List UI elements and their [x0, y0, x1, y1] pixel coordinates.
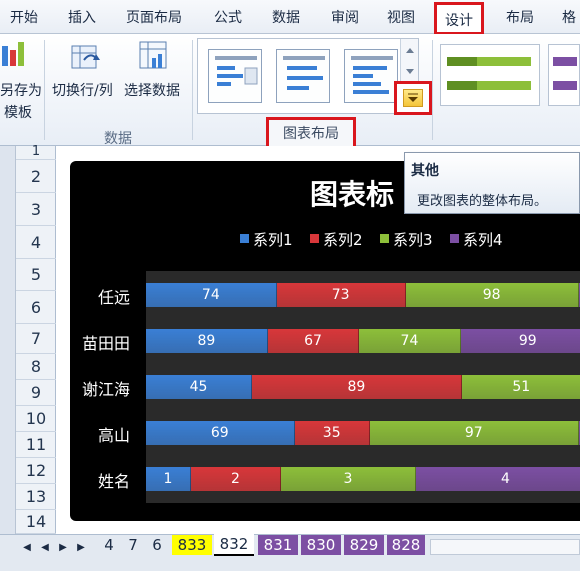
- category-label: 姓名: [97, 472, 130, 491]
- tab-format[interactable]: 格: [562, 7, 576, 27]
- sheet-tab[interactable]: 833: [172, 535, 212, 555]
- sheet-tab[interactable]: 829: [344, 535, 384, 555]
- sheet-tab-active[interactable]: 832: [214, 534, 254, 556]
- left-margin-strip: [0, 146, 16, 534]
- category-label: 高山: [97, 426, 130, 445]
- bar-segment[interactable]: 97: [369, 421, 579, 445]
- tab-formulas[interactable]: 公式: [214, 7, 242, 27]
- ribbon-separator: [432, 40, 433, 140]
- sheet-tab-bar: ◀ ◀ ▶ ▶ 4 7 6 833 832 831 830 829 828: [0, 534, 580, 571]
- chart-style-option-1[interactable]: [440, 44, 540, 106]
- legend-entry[interactable]: 系列4: [463, 229, 503, 250]
- legend-swatch: [310, 234, 319, 243]
- bar-segment[interactable]: 45: [146, 375, 253, 399]
- chart-layout-option-2[interactable]: [276, 49, 330, 103]
- tab-insert[interactable]: 插入: [68, 7, 96, 27]
- chart-title[interactable]: 图表标: [310, 173, 394, 213]
- tab-data[interactable]: 数据: [272, 7, 300, 27]
- legend-swatch: [450, 234, 459, 243]
- prev-sheet-icon[interactable]: ◀: [38, 541, 52, 555]
- bar-chart[interactable]: 图表标 系列1系列2系列3系列4 74739889677499458951669…: [70, 161, 580, 521]
- row-number[interactable]: 1: [16, 145, 56, 160]
- sheet-tab[interactable]: 828: [387, 535, 425, 555]
- save-template-label-2[interactable]: 模板: [4, 102, 32, 122]
- save-template-icon[interactable]: [0, 40, 30, 70]
- chart-style-option-2[interactable]: [548, 44, 580, 106]
- bar-segment[interactable]: 74: [359, 329, 461, 353]
- row-number[interactable]: 7: [16, 324, 56, 354]
- bar-segment[interactable]: 69: [146, 421, 295, 445]
- legend-entry[interactable]: 系列2: [323, 229, 363, 250]
- save-template-label-1[interactable]: 另存为: [0, 80, 42, 100]
- row-number[interactable]: 14: [16, 510, 56, 534]
- tooltip-title: 其他: [411, 163, 439, 179]
- row-number[interactable]: 13: [16, 484, 56, 510]
- bar-segment[interactable]: 74: [146, 283, 277, 307]
- select-data-icon[interactable]: [138, 40, 170, 72]
- row-number[interactable]: 2: [16, 160, 56, 193]
- category-label: 谢江海: [81, 380, 130, 399]
- bar-segment[interactable]: 89: [146, 329, 268, 353]
- bar-segment[interactable]: 2: [191, 467, 281, 491]
- chart-layout-option-1[interactable]: [208, 49, 262, 103]
- row-header: 1 2 3 4 5 6 7 8 9 10 11 12 13 14: [16, 145, 56, 534]
- category-label: 苗田田: [81, 334, 130, 353]
- row-number[interactable]: 4: [16, 226, 56, 259]
- first-sheet-icon[interactable]: ◀: [20, 541, 34, 555]
- legend-swatch: [240, 234, 249, 243]
- data-group-label: 数据: [104, 131, 132, 147]
- bar-segment[interactable]: 3: [281, 467, 416, 491]
- switch-row-column-icon[interactable]: [70, 42, 102, 72]
- chart-layout-option-3[interactable]: [344, 49, 398, 103]
- bar-segment[interactable]: 4: [416, 467, 580, 491]
- horizontal-scrollbar[interactable]: [430, 539, 580, 555]
- row-number[interactable]: 5: [16, 259, 56, 291]
- sheet-tab[interactable]: 831: [258, 535, 298, 555]
- bar-segment[interactable]: 67: [267, 329, 360, 353]
- last-sheet-icon[interactable]: ▶: [74, 541, 88, 555]
- ribbon-separator: [192, 40, 193, 140]
- sheet-tab[interactable]: 4: [98, 535, 120, 555]
- row-number[interactable]: 6: [16, 291, 56, 324]
- bar-segment[interactable]: 99: [460, 329, 580, 353]
- chart-styles-gallery: [436, 40, 580, 110]
- row-number[interactable]: 11: [16, 432, 56, 458]
- tab-design[interactable]: 设计: [434, 2, 484, 35]
- row-number[interactable]: 9: [16, 380, 56, 406]
- sheet-tab[interactable]: 830: [301, 535, 341, 555]
- bar-segment[interactable]: 51: [461, 375, 580, 399]
- bar-segment[interactable]: 35: [294, 421, 370, 445]
- tooltip: 其他 更改图表的整体布局。: [404, 152, 580, 214]
- switch-row-column-button[interactable]: 切换行/列: [52, 80, 113, 100]
- tab-review[interactable]: 审阅: [331, 7, 359, 27]
- gallery-more-button[interactable]: [394, 81, 432, 115]
- sheet-tab[interactable]: 6: [146, 535, 168, 555]
- bar-segment[interactable]: 73: [276, 283, 406, 307]
- row-number[interactable]: 12: [16, 458, 56, 484]
- legend-entry[interactable]: 系列1: [253, 229, 293, 250]
- legend-entry[interactable]: 系列3: [393, 229, 433, 250]
- row-number[interactable]: 8: [16, 354, 56, 380]
- tab-home[interactable]: 开始: [10, 7, 38, 27]
- bar-segment[interactable]: 1: [146, 467, 191, 491]
- tab-page-layout[interactable]: 页面布局: [126, 7, 182, 27]
- ribbon-separator: [44, 40, 45, 140]
- row-number[interactable]: 10: [16, 406, 56, 432]
- select-data-button[interactable]: 选择数据: [124, 80, 180, 100]
- chart-layout-gallery: [197, 38, 419, 115]
- bar-segment[interactable]: 98: [405, 283, 579, 307]
- ribbon-tab-bar: 开始 插入 页面布局 公式 数据 审阅 视图 设计 布局 格: [0, 0, 580, 35]
- next-sheet-icon[interactable]: ▶: [56, 541, 70, 555]
- row-number[interactable]: 3: [16, 193, 56, 226]
- bar-segment[interactable]: 89: [252, 375, 462, 399]
- ribbon-panel: 另存为 模板 切换行/列 选择数据 数据 图表布局: [0, 34, 580, 151]
- legend-swatch: [380, 234, 389, 243]
- sheet-tab[interactable]: 7: [122, 535, 144, 555]
- tab-view[interactable]: 视图: [387, 7, 415, 27]
- category-label: 任远: [97, 288, 130, 307]
- tab-layout[interactable]: 布局: [506, 7, 534, 27]
- tooltip-description: 更改图表的整体布局。: [417, 194, 548, 209]
- more-dropdown-icon: [403, 89, 423, 107]
- plot-area[interactable]: 7473988967749945895166935971234: [146, 271, 580, 503]
